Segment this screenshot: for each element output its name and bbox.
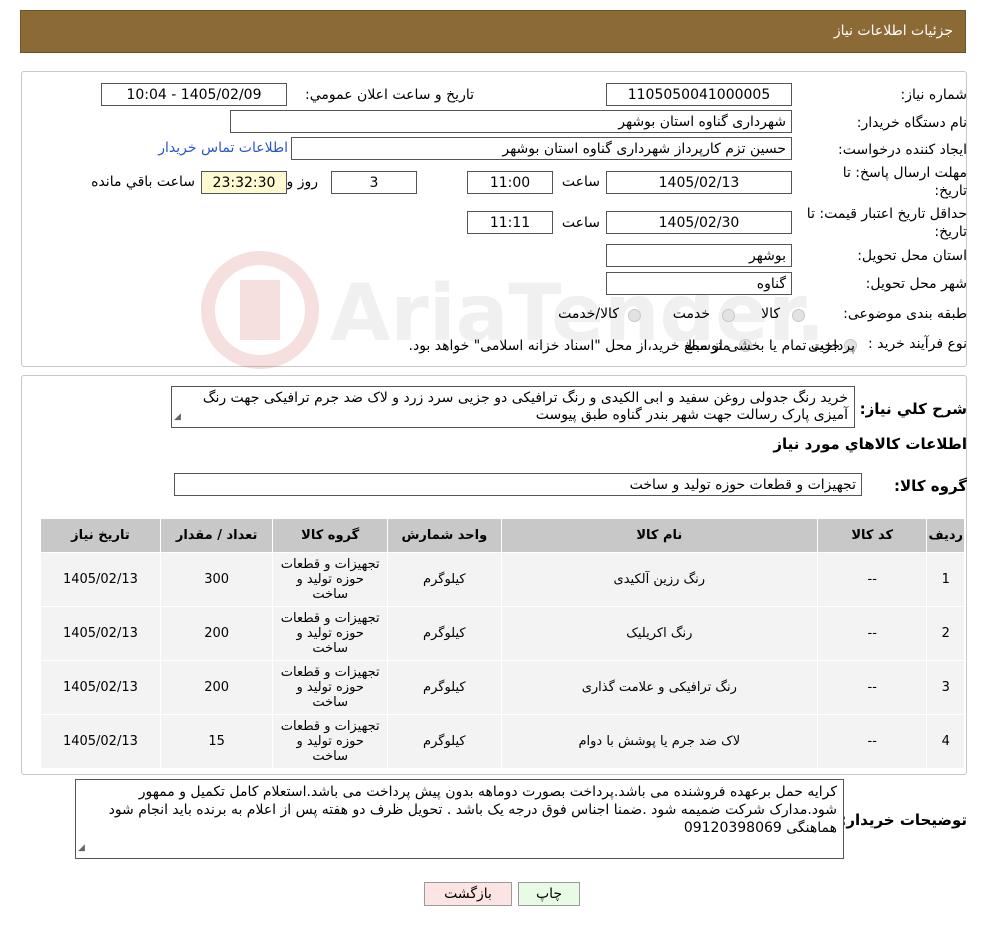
col-row: رديف xyxy=(926,518,965,553)
deadline-date-field: 1405/02/13 xyxy=(606,171,792,194)
col-unit: واحد شمارش xyxy=(387,518,502,553)
cell-idx: 3 xyxy=(926,660,965,715)
city-field: گناوه xyxy=(606,272,792,295)
cell-date: 1405/02/13 xyxy=(40,714,161,769)
table-row: 4 -- لاک ضد جرم یا پوشش با دوام کیلوگرم … xyxy=(40,714,965,769)
remaining-label: ساعت باقي مانده xyxy=(91,174,195,190)
requester-label: ايجاد کننده درخواست: xyxy=(838,142,967,158)
goods-table-header: رديف کد کالا نام کالا واحد شمارش گروه کا… xyxy=(40,518,965,553)
cell-idx: 1 xyxy=(926,552,965,607)
process-label: نوع فرآیند خرید : xyxy=(868,336,967,352)
goods-group-label: گروه کالا: xyxy=(894,477,967,495)
cell-name: رنگ ترافیکی و علامت گذاری xyxy=(500,660,819,715)
cell-date: 1405/02/13 xyxy=(40,660,161,715)
cell-unit: کیلوگرم xyxy=(387,606,502,661)
back-button[interactable]: بازگشت xyxy=(424,882,512,906)
province-field: بوشهر xyxy=(606,244,792,267)
description-label: شرح کلي نياز: xyxy=(859,400,967,418)
resize-grip-icon[interactable]: ◢ xyxy=(78,839,85,857)
cell-name: رنگ اکریلیک xyxy=(500,606,819,661)
city-label: شهر محل تحويل: xyxy=(865,276,967,292)
cell-date: 1405/02/13 xyxy=(40,552,161,607)
days-field: 3 xyxy=(331,171,417,194)
cell-qty: 15 xyxy=(159,714,274,769)
resize-grip-icon[interactable]: ◢ xyxy=(174,409,181,426)
category-radio-goods-service[interactable] xyxy=(628,309,641,322)
validity-time-label: ساعت xyxy=(561,215,600,231)
cell-unit: کیلوگرم xyxy=(387,714,502,769)
need-number-field: 1105050041000005 xyxy=(606,83,792,106)
table-row: 1 -- رنگ رزین آلکیدی کیلوگرم تجهیزات و ق… xyxy=(40,552,965,607)
deadline-time-field: 11:00 xyxy=(467,171,553,194)
category-radio-service[interactable] xyxy=(722,309,735,322)
goods-section-title: اطلاعات کالاهاي مورد نياز xyxy=(773,435,967,453)
table-row: 3 -- رنگ ترافیکی و علامت گذاری کیلوگرم ت… xyxy=(40,660,965,715)
announce-field: 1405/02/09 - 10:04 xyxy=(101,83,287,106)
need-number-label: شماره نیاز: xyxy=(900,87,968,103)
province-label: استان محل تحويل: xyxy=(857,248,967,264)
deadline-label: مهلت ارسال پاسخ: تا xyxy=(842,165,967,181)
cell-code: -- xyxy=(816,606,928,661)
cell-group: تجهیزات و قطعات حوزه تولید و ساخت xyxy=(272,714,388,769)
description-text: خرید رنگ جدولی روغن سفید و ابی الکیدی و … xyxy=(202,390,848,423)
cell-idx: 2 xyxy=(926,606,965,661)
goods-group-field: تجهیزات و قطعات حوزه تولید و ساخت xyxy=(174,473,862,496)
process-note: پرداخت تمام يا بخشی از مبلغ خريد،از محل … xyxy=(408,338,855,354)
buyer-org-label: نام دستگاه خريدار: xyxy=(856,115,967,131)
cell-idx: 4 xyxy=(926,714,965,769)
category-option-goods-service: کالا/خدمت xyxy=(558,306,619,322)
cell-qty: 200 xyxy=(159,606,274,661)
contact-info-link[interactable]: اطلاعات تماس خريدار xyxy=(158,140,288,156)
buyer-notes-textarea: کرایه حمل برعهده فروشنده می باشد.پرداخت … xyxy=(75,779,844,859)
page-title: جزئیات اطلاعات نیاز xyxy=(833,23,953,39)
announce-label: تاریخ و ساعت اعلان عمومي: xyxy=(305,87,474,103)
days-label: روز و xyxy=(286,174,319,190)
category-option-service: خدمت xyxy=(672,306,710,322)
col-code: کد کالا xyxy=(816,518,928,553)
buyer-notes-text: کرایه حمل برعهده فروشنده می باشد.پرداخت … xyxy=(108,784,837,836)
goods-table: رديف کد کالا نام کالا واحد شمارش گروه کا… xyxy=(40,518,965,769)
cell-code: -- xyxy=(816,714,928,769)
cell-qty: 300 xyxy=(159,552,274,607)
cell-date: 1405/02/13 xyxy=(40,606,161,661)
cell-name: لاک ضد جرم یا پوشش با دوام xyxy=(500,714,819,769)
cell-group: تجهیزات و قطعات حوزه تولید و ساخت xyxy=(272,660,388,715)
col-name: نام کالا xyxy=(500,518,819,553)
buyer-notes-label: توضیحات خریدار: xyxy=(840,811,967,829)
cell-name: رنگ رزین آلکیدی xyxy=(500,552,819,607)
validity-label: حداقل تاريخ اعتبار قيمت: تا xyxy=(806,206,967,222)
category-label: طبقه بندی موضوعی: xyxy=(843,306,967,322)
page-header: جزئیات اطلاعات نیاز xyxy=(20,10,966,53)
cell-code: -- xyxy=(816,660,928,715)
validity-label-2: تاريخ: xyxy=(934,224,967,240)
deadline-time-label: ساعت xyxy=(561,174,600,190)
cell-group: تجهیزات و قطعات حوزه تولید و ساخت xyxy=(272,552,388,607)
cell-unit: کیلوگرم xyxy=(387,660,502,715)
col-group: گروه کالا xyxy=(272,518,388,553)
category-radio-goods[interactable] xyxy=(792,309,805,322)
cell-code: -- xyxy=(816,552,928,607)
buyer-org-field: شهرداری گناوه استان بوشهر xyxy=(230,110,792,133)
print-button[interactable]: چاپ xyxy=(518,882,580,906)
remaining-time-field: 23:32:30 xyxy=(201,171,287,194)
requester-field: حسین تزم کارپرداز شهرداری گناوه استان بو… xyxy=(291,137,792,160)
cell-group: تجهیزات و قطعات حوزه تولید و ساخت xyxy=(272,606,388,661)
validity-time-field: 11:11 xyxy=(467,211,553,234)
table-row: 2 -- رنگ اکریلیک کیلوگرم تجهیزات و قطعات… xyxy=(40,606,965,661)
col-qty: تعداد / مقدار xyxy=(159,518,274,553)
description-textarea: خرید رنگ جدولی روغن سفید و ابی الکیدی و … xyxy=(171,386,855,428)
cell-unit: کیلوگرم xyxy=(387,552,502,607)
category-option-goods: کالا xyxy=(761,306,780,322)
validity-date-field: 1405/02/30 xyxy=(606,211,792,234)
cell-qty: 200 xyxy=(159,660,274,715)
col-date: تاريخ نياز xyxy=(40,518,161,553)
deadline-label-2: تاریخ: xyxy=(934,183,967,199)
